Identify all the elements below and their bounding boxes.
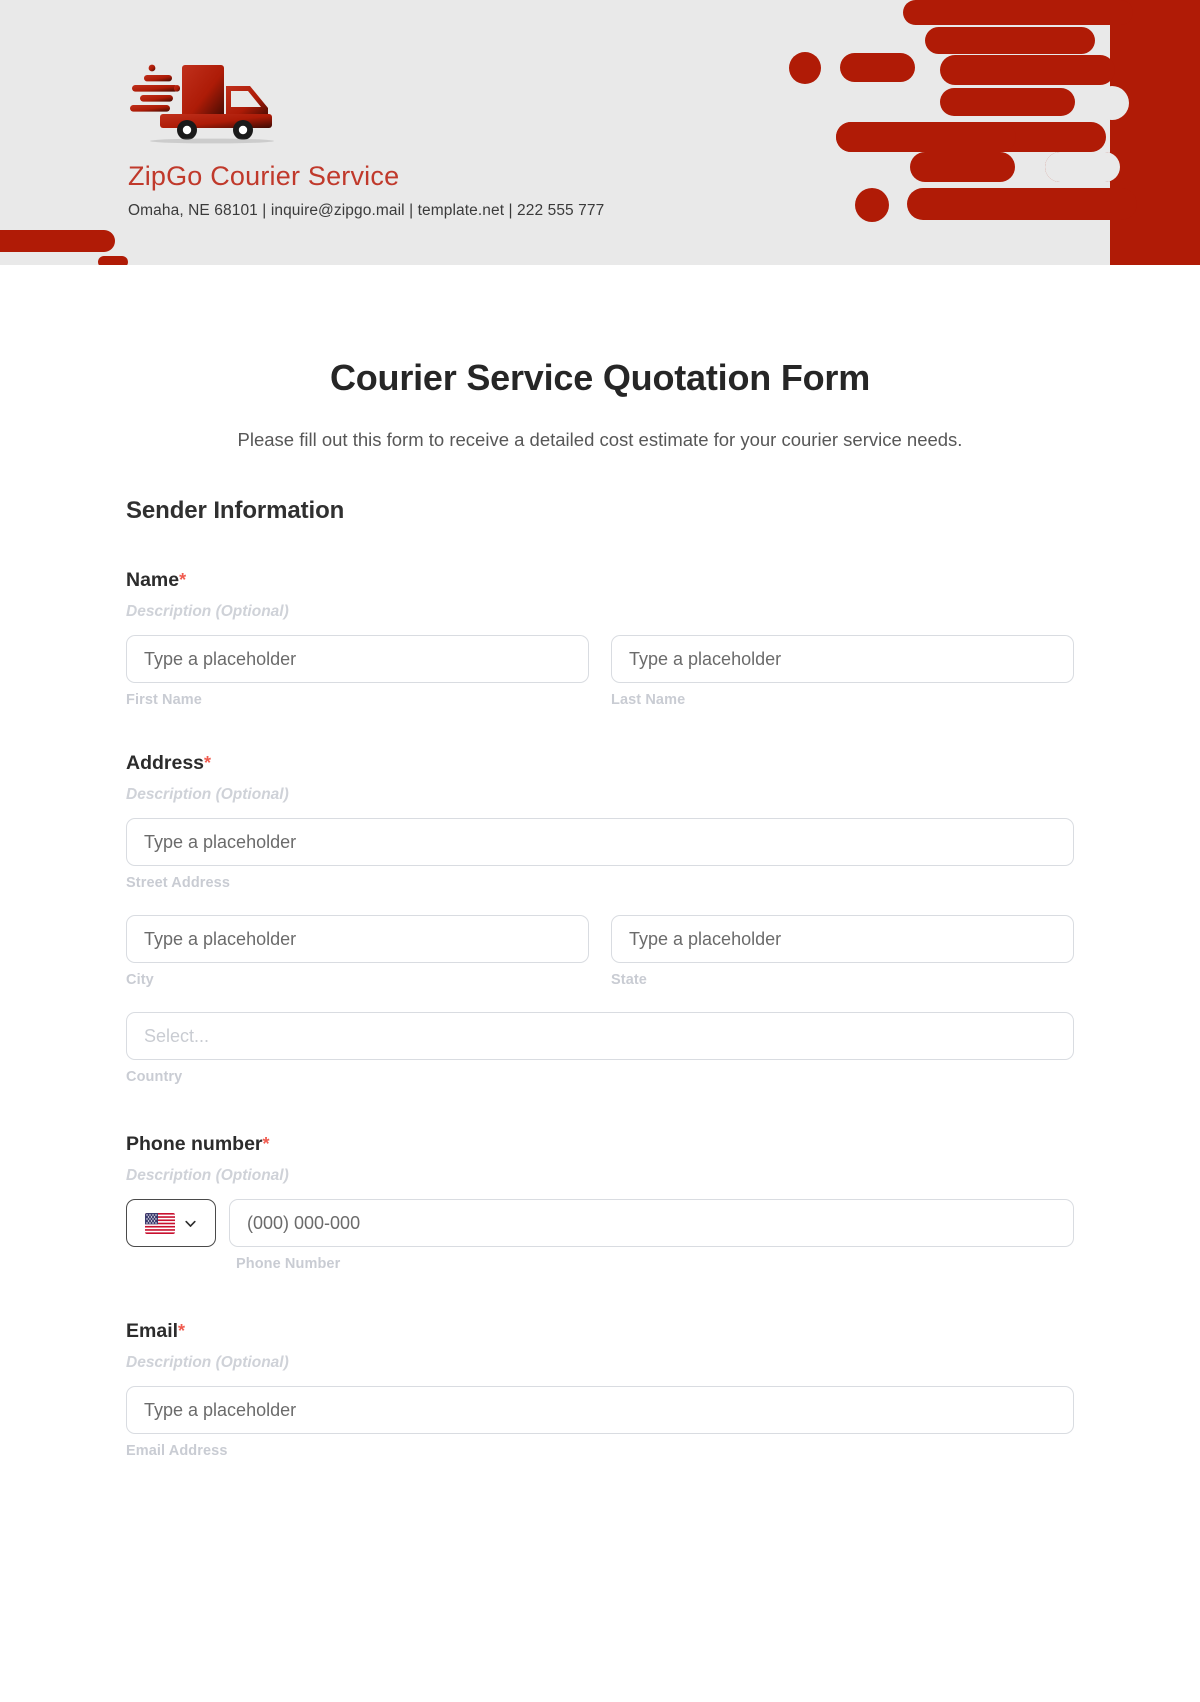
last-name-group: Last Name (611, 635, 1074, 708)
page-title: Courier Service Quotation Form (329, 357, 871, 398)
field-description-address: Description (Optional) (126, 786, 289, 803)
field-phone-number: Phone number* Description (Optional) (00… (126, 1133, 1074, 1272)
sub-label-street-address: Street Address (126, 875, 231, 891)
quotation-form-page: ZipGo Courier Service Omaha, NE 68101 | … (0, 0, 1200, 1702)
country-select[interactable] (126, 1012, 1074, 1060)
required-marker: * (178, 1321, 186, 1341)
required-marker: * (179, 570, 187, 590)
field-name: Name* Description (Optional) First Name … (126, 569, 1074, 708)
country-code-dropdown[interactable] (126, 1199, 216, 1247)
sub-label-first-name: First Name (126, 692, 202, 708)
chevron-down-icon (185, 1220, 196, 1227)
field-label-email-text: Email (126, 1320, 179, 1342)
phone-number-input[interactable] (229, 1199, 1074, 1247)
field-email: Email* Description (Optional) Email Addr… (126, 1320, 1074, 1459)
city-input[interactable] (126, 915, 589, 963)
required-marker: * (204, 753, 212, 773)
sub-label-city: City (126, 972, 154, 988)
form-description: Please fill out this form to receive a d… (237, 429, 963, 450)
brand-name: ZipGo Courier Service (128, 161, 400, 191)
page-header: ZipGo Courier Service Omaha, NE 68101 | … (0, 0, 1200, 265)
sub-label-last-name: Last Name (611, 692, 686, 708)
speed-lines-corner-icon (0, 230, 128, 265)
brand-contact-line: Omaha, NE 68101 | inquire@zipgo.mail | t… (128, 201, 605, 219)
field-label-address: Address* (126, 752, 1074, 775)
section-title-sender-information: Sender Information (126, 497, 345, 524)
sub-label-email-address: Email Address (126, 1443, 228, 1459)
us-flag-icon (145, 1212, 175, 1234)
sub-label-country: Country (126, 1069, 183, 1085)
form-body: Courier Service Quotation Form Please fi… (0, 357, 1200, 1459)
sub-label-state: State (611, 972, 647, 988)
first-name-input[interactable] (126, 635, 589, 683)
field-label-name-text: Name (126, 569, 180, 591)
brand-block: ZipGo Courier Service Omaha, NE 68101 | … (128, 58, 728, 220)
state-input[interactable] (611, 915, 1074, 963)
field-address: Address* Description (Optional) Street A… (126, 752, 1074, 1085)
required-marker: * (262, 1134, 270, 1154)
street-address-group: Street Address (126, 818, 1074, 891)
field-label-email: Email* (126, 1320, 1074, 1343)
delivery-truck-icon (130, 64, 274, 144)
field-description-phone-number: Description (Optional) (126, 1167, 289, 1184)
email-input[interactable] (126, 1386, 1074, 1434)
field-label-name: Name* (126, 569, 1074, 592)
field-description-name: Description (Optional) (126, 603, 289, 620)
first-name-group: First Name (126, 635, 589, 708)
phone-number-group (229, 1199, 1074, 1247)
field-label-address-text: Address (126, 752, 205, 774)
country-group: Country (126, 1012, 1074, 1085)
state-group: State (611, 915, 1074, 988)
street-address-input[interactable] (126, 818, 1074, 866)
city-group: City (126, 915, 589, 988)
speed-lines-motif-icon (789, 0, 1200, 265)
field-description-email: Description (Optional) (126, 1354, 289, 1371)
sub-label-phone-number: Phone Number (236, 1256, 341, 1272)
last-name-input[interactable] (611, 635, 1074, 683)
field-label-phone-number: Phone number* (126, 1133, 1074, 1156)
email-group: Email Address (126, 1386, 1074, 1459)
field-label-phone-number-text: Phone number (126, 1133, 263, 1155)
